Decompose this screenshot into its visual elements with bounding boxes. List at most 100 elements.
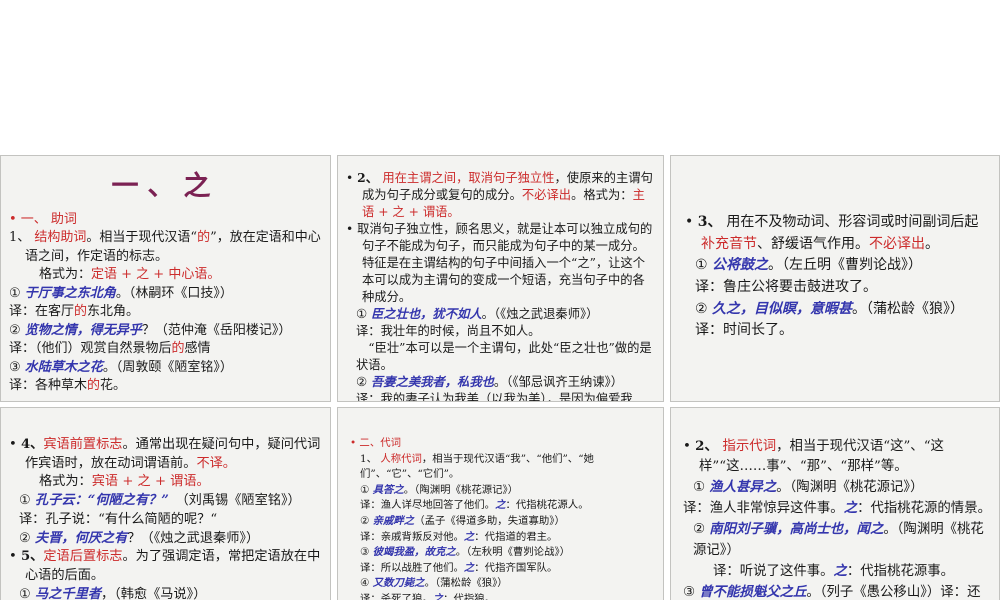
text-line: 译：鲁庄公将要击鼓进攻了。 (685, 277, 987, 299)
text-line: • 2、 用在主谓之间，取消句子独立性，使原来的主谓句成为句子成分或复句的成分。… (346, 170, 655, 221)
text-segment: 之 (463, 561, 475, 574)
text-segment: ：代指桃花源的情景。 (857, 501, 991, 517)
text-segment: “臣壮”本可以是一个主谓句，此处“臣之壮也”做的是状语。 (356, 340, 652, 372)
text-segment: • (9, 549, 21, 565)
text-segment: 1、 (9, 230, 35, 246)
text-segment: 。（左丘明《曹刿论战》） (768, 257, 923, 274)
text-segment: 1、 (360, 452, 381, 465)
text-segment: 定语 + 之 + 中心语。 (91, 267, 221, 283)
text-segment: 译：（他们）观赏自然景物后 (9, 341, 172, 357)
text-segment: 。（蒲松龄《狼》） (424, 577, 508, 590)
text-segment: 。（陶渊明《桃花源记》） (776, 480, 924, 496)
text-segment: ② (695, 300, 713, 317)
text-segment: 孔子云：“何陋之有？” (35, 493, 169, 509)
text-line: ② 吾妻之美我者，私我也。（《邹忌讽齐王纳谏》） (346, 374, 655, 391)
text-segment: 马之千里者 (35, 586, 101, 600)
text-line: ④ 又数刀毙之。（蒲松龄《狼》） (350, 576, 655, 592)
text-segment: 亲戚畔之 (372, 515, 415, 528)
text-line: “臣壮”本可以是一个主谓句，此处“臣之壮也”做的是状语。 (346, 340, 655, 374)
slide-panel-4[interactable]: • 4、宾语前置标志。通常出现在疑问句中，疑问代词作宾语时，放在动词谓语前。不译… (0, 407, 331, 600)
text-line: ② 览物之情，得无异乎？（范仲淹《岳阳楼记》） (9, 322, 322, 340)
text-segment: 补充音节 (701, 235, 757, 252)
panel-body: • 二、代词 1、 人称代词，相当于现代汉语“我”、“他们”、“她们”、“它”、“… (338, 408, 663, 600)
slide-panel-6[interactable]: • 2、 指示代词，相当于现代汉语“这”、“这样”“这……事”、“那”、“那样”… (670, 407, 1000, 600)
text-segment: 译：所以战胜了他们。 (360, 561, 464, 574)
text-line: 格式为：定语 + 之 + 中心语。 (9, 266, 322, 284)
text-line: ① 具答之。（陶渊明《桃花源记》） (350, 483, 655, 499)
text-segment: 之 (843, 500, 858, 517)
text-segment: 之 (432, 593, 444, 600)
text-line: 译：所以战胜了他们。之：代指齐国军队。 (350, 561, 655, 577)
text-segment: 译：各种草木 (9, 378, 88, 394)
text-segment: 又数刀毙之 (372, 577, 425, 590)
text-segment: 译：孔子说：“有什么简陋的呢？“ (19, 511, 218, 527)
slide-panel-5[interactable]: • 二、代词 1、 人称代词，相当于现代汉语“我”、“他们”、“她们”、“它”、“… (337, 407, 664, 600)
text-line: 译：我壮年的时候，尚且不如人。 (346, 323, 655, 340)
text-segment: • 一、 助词 (9, 212, 77, 227)
text-line: ② 亲戚畔之（孟子《得道多助，失道寡助》） (350, 514, 655, 530)
text-segment: 览物之情，得无异乎 (24, 322, 142, 338)
text-segment: 指示代词 (722, 439, 777, 454)
text-segment: ① (9, 285, 25, 301)
text-segment: 之 (463, 530, 475, 543)
text-segment: 不译。 (196, 455, 236, 471)
text-segment: ① (360, 483, 373, 496)
text-line: 译：亲戚背叛反对他。之：代指道的君主。 (350, 530, 655, 546)
text-segment: 译：杀死了狼。 (360, 593, 433, 600)
text-line: ③ 曾不能损魁父之丘。（列子《愚公移山》）译：还不能挖掉魁父这样的小山 (683, 582, 991, 600)
text-segment: 东北角。 (87, 304, 140, 320)
text-segment: ② (19, 530, 36, 546)
text-segment: 臣之壮也，犹不如人 (370, 305, 482, 321)
text-segment: 。（周敦颐《陋室铭》） (102, 359, 233, 375)
text-segment: ：代指桃花源人。 (505, 499, 589, 512)
text-segment: ：代指道的君主。 (474, 530, 558, 543)
text-segment: ③ (360, 546, 373, 559)
text-line: ① 臣之壮也，犹不如人。（《烛之武退秦师》） (346, 306, 655, 323)
text-segment: 。（左秋明《曹刿论战》） (455, 546, 571, 559)
text-segment: 。格式为： (571, 187, 633, 202)
panel-body: • 2、 指示代词，相当于现代汉语“这”、“这样”“这……事”、“那”、“那样”… (671, 408, 999, 600)
text-segment: 花。 (100, 378, 127, 394)
text-line: ② 南阳刘子骥，高尚士也，闻之。（陶渊明《桃花源记》） (683, 519, 991, 560)
text-line: 译：各种草木的花。 (9, 377, 322, 395)
text-segment: ① (693, 480, 710, 496)
text-line: ① 于厅事之东北角。（林嗣环《口技》） (9, 285, 322, 303)
text-segment: 用在主谓之间，取消句子独立性 (382, 171, 555, 185)
text-line: 译：我的妻子认为我美（以我为美），是因为偏爱我啊。 (346, 391, 655, 401)
text-segment: ② (360, 515, 373, 528)
slide-panel-2[interactable]: • 2、 用在主谓之间，取消句子独立性，使原来的主谓句成为句子成分或复句的成分。… (337, 155, 664, 402)
text-line: 译：渔人详尽地回答了他们。之：代指桃花源人。 (350, 498, 655, 514)
text-segment: 南阳刘子骥，高尚士也，闻之 (709, 521, 884, 538)
text-segment: ？（《烛之武退秦师》） (127, 530, 260, 546)
text-segment: 的 (171, 341, 185, 357)
text-segment: 的 (74, 304, 88, 320)
text-segment: ① (356, 306, 371, 321)
text-segment: ④ (360, 577, 373, 590)
slide-sorter-view: 一、之 • 一、 助词 1、 结构助词。相当于现代汉语“的”，放在定语和中心语之间… (0, 0, 1000, 600)
text-line: 译：渔人非常惊异这件事。之：代指桃花源的情景。 (683, 498, 991, 519)
text-line: ② 久之，目似瞑，意暇甚。（蒲松龄《狼》）译：时间长了。 (685, 299, 987, 342)
text-segment: ？（范仲淹《岳阳楼记》） (141, 322, 292, 338)
text-line: ① 公将鼓之。（左丘明《曹刿论战》） (685, 255, 987, 277)
text-segment: • 取消句子独立性，顾名思义，就是让本可以独立成句的句子不能成为句子，而只能成为… (346, 221, 653, 304)
text-segment: 于厅事之东北角 (24, 285, 116, 301)
text-segment: 吾妻之美我者，私我也 (370, 373, 494, 389)
text-segment: 4、 (20, 437, 44, 452)
text-segment: ① (19, 586, 36, 600)
slide-panel-3[interactable]: • 3、 用在不及物动词、形容词或时间副词后起补充音节、舒缓语气作用。不必译出。… (670, 155, 1000, 402)
text-segment: ② (9, 322, 25, 338)
text-segment: 定语后置标志 (43, 549, 123, 565)
text-segment: ，（韩愈《马说》） (100, 586, 207, 600)
text-segment: ：代指狼。 (443, 593, 496, 600)
slide-panel-1[interactable]: 一、之 • 一、 助词 1、 结构助词。相当于现代汉语“的”，放在定语和中心语之间… (0, 155, 331, 402)
text-segment: • (9, 437, 21, 452)
text-segment: ：代指桃花源事。 (846, 563, 955, 579)
text-segment: 渔人甚异之 (709, 479, 777, 496)
text-segment: 久之，目似瞑，意暇甚 (712, 300, 853, 317)
text-segment: 不必译出 (869, 235, 925, 252)
text-line: 格式为：宾语 + 之 + 谓语。 (9, 473, 322, 492)
text-segment: （孟子《得道多助，失道寡助》） (414, 515, 565, 528)
text-segment: ：代指齐国军队。 (474, 561, 558, 574)
text-line: ① 孔子云：“何陋之有？” （刘禹锡《陋室铭》） (9, 492, 322, 511)
text-segment: 译：我壮年的时候，尚且不如人。 (356, 323, 541, 338)
